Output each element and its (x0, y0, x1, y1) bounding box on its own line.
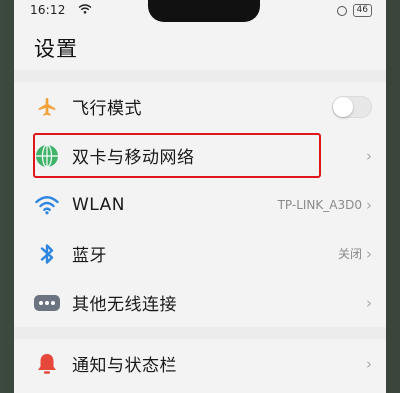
bluetooth-status: 关闭 (337, 247, 362, 261)
wlan-network-name: TP-LINK_A3D0 (277, 197, 362, 212)
chevron-right-icon: › (366, 354, 372, 373)
page-title: 设置 (34, 37, 78, 61)
camera-notch (148, 0, 260, 22)
status-dnd-icon (336, 5, 347, 16)
wlan-label: WLAN (72, 194, 126, 215)
other-wireless-label: 其他无线连接 (72, 295, 177, 315)
setting-other-wireless[interactable]: 其他无线连接 › (14, 278, 386, 327)
wifi-icon (34, 192, 60, 218)
bluetooth-label: 蓝牙 (72, 246, 107, 266)
highlight-box (33, 133, 321, 178)
settings-screen: 16:12 46 设置 飞行模式 双卡与移动网络 › WLAN TP-LINK_… (14, 0, 386, 393)
bluetooth-icon (34, 241, 60, 267)
chevron-right-icon: › (366, 244, 372, 263)
setting-bluetooth[interactable]: 蓝牙 关闭 › (14, 229, 386, 278)
airplane-icon (34, 94, 60, 120)
chevron-right-icon: › (366, 195, 372, 214)
section-divider (14, 327, 386, 339)
notifications-label: 通知与状态栏 (72, 356, 177, 376)
section-divider (14, 70, 386, 82)
battery-indicator: 46 (352, 4, 372, 17)
airplane-mode-toggle[interactable] (332, 95, 372, 118)
status-right: 46 (336, 4, 372, 17)
bell-icon (34, 351, 60, 377)
airplane-mode-label: 飞行模式 (72, 99, 142, 119)
setting-notifications-status-bar[interactable]: 通知与状态栏 › (14, 339, 386, 388)
phone-frame: 16:12 46 设置 飞行模式 双卡与移动网络 › WLAN TP-LINK_… (0, 0, 400, 393)
status-wifi-icon (78, 4, 92, 14)
setting-airplane-mode[interactable]: 飞行模式 (14, 82, 386, 131)
chevron-right-icon: › (366, 293, 372, 312)
more-dots-icon (34, 290, 60, 316)
status-time: 16:12 (30, 3, 66, 17)
chevron-right-icon: › (366, 146, 372, 165)
setting-wlan[interactable]: WLAN TP-LINK_A3D0 › (14, 180, 386, 229)
